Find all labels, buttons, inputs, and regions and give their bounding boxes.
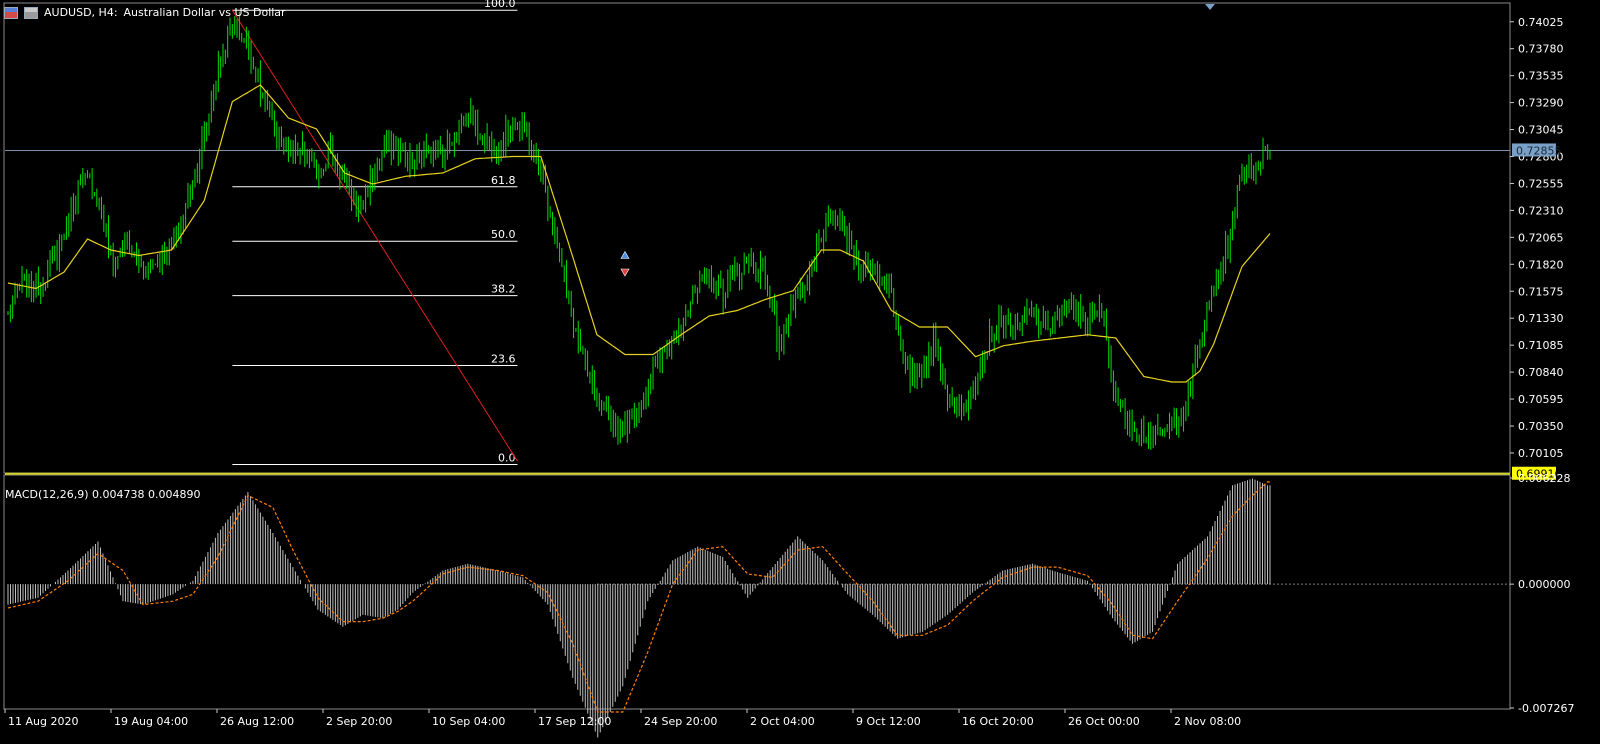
window-icon[interactable] (4, 6, 18, 19)
chart-header: AUDUSD, H4: Australian Dollar vs US Doll… (4, 6, 286, 19)
chart-background (0, 0, 1600, 744)
fib-level-label: 38.2 (491, 283, 516, 296)
price-axis-label: 0.73535 (1518, 70, 1564, 83)
price-axis-label: 0.70350 (1518, 420, 1564, 433)
price-axis-label: 0.74025 (1518, 16, 1564, 29)
macd-axis-label: 0.006228 (1518, 472, 1571, 485)
fib-level-label: 61.8 (491, 174, 516, 187)
time-axis-label: 9 Oct 12:00 (856, 715, 921, 728)
price-axis-label: 0.73290 (1518, 97, 1564, 110)
time-axis-label: 11 Aug 2020 (8, 715, 78, 728)
time-axis-label: 26 Oct 00:00 (1068, 715, 1140, 728)
fib-level-label: 50.0 (491, 228, 516, 241)
symbol-label: AUDUSD, H4: (44, 6, 118, 19)
time-axis-label: 2 Nov 08:00 (1174, 715, 1241, 728)
price-chart[interactable]: 0.74025 0.73780 0.73535 0.73290 0.73045 0.728… (0, 0, 1600, 744)
fib-level-label: 100.0 (484, 0, 516, 10)
symbol-description: Australian Dollar vs US Dollar (123, 6, 286, 19)
price-axis-label: 0.71575 (1518, 285, 1564, 298)
time-axis-label: 16 Oct 20:00 (962, 715, 1034, 728)
price-axis-label: 0.72555 (1518, 177, 1564, 190)
time-axis-label: 26 Aug 12:00 (220, 715, 294, 728)
macd-indicator-label: MACD(12,26,9) 0.004738 0.004890 (5, 488, 201, 501)
price-axis-label: 0.72065 (1518, 231, 1564, 244)
macd-axis-label: -0.007267 (1518, 702, 1574, 715)
macd-axis-label: 0.000000 (1518, 578, 1571, 591)
current-price-tag: 0.72855 (1516, 144, 1562, 157)
price-axis-label: 0.73045 (1518, 124, 1564, 137)
price-axis-label: 0.72310 (1518, 204, 1564, 217)
price-axis-label: 0.71330 (1518, 312, 1564, 325)
time-axis-label: 2 Oct 04:00 (750, 715, 815, 728)
price-axis-label: 0.73780 (1518, 43, 1564, 56)
time-axis-label: 17 Sep 12:00 (538, 715, 611, 728)
price-axis-label: 0.70105 (1518, 447, 1564, 460)
price-axis-label: 0.70840 (1518, 366, 1564, 379)
price-axis-label: 0.70595 (1518, 393, 1564, 406)
price-axis-label: 0.71820 (1518, 258, 1564, 271)
fib-level-label: 23.6 (491, 353, 516, 366)
time-axis-label: 10 Sep 04:00 (432, 715, 505, 728)
time-axis-label: 2 Sep 20:00 (326, 715, 392, 728)
chart-list-icon[interactable] (24, 6, 38, 19)
time-axis-label: 19 Aug 04:00 (114, 715, 188, 728)
time-axis-label: 24 Sep 20:00 (644, 715, 717, 728)
price-axis-label: 0.71085 (1518, 339, 1564, 352)
